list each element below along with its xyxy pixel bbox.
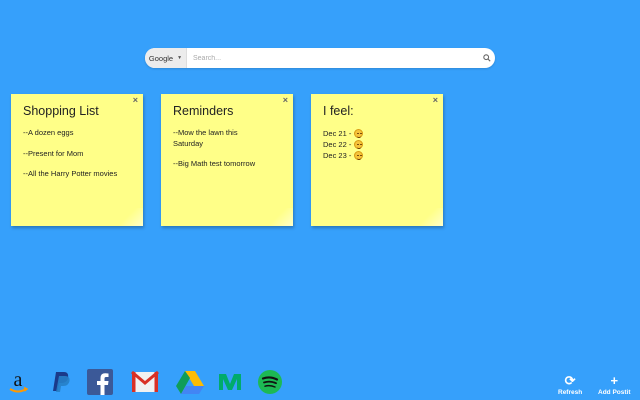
add-postit-button[interactable]: + Add Postit bbox=[598, 373, 631, 397]
chevron-down-icon: ▼ bbox=[177, 55, 183, 61]
refresh-label: Refresh bbox=[558, 389, 583, 396]
spotify-icon[interactable] bbox=[256, 368, 284, 396]
note-line: --Present for Mom bbox=[23, 148, 84, 158]
refresh-icon: ⟳ bbox=[564, 373, 576, 388]
search-input[interactable] bbox=[187, 49, 479, 67]
close-icon[interactable]: × bbox=[133, 96, 138, 105]
mood-entry: Dec 23 - bbox=[323, 150, 431, 161]
note-line: --A dozen eggs bbox=[23, 128, 74, 137]
facebook-icon[interactable] bbox=[86, 368, 114, 396]
postit-note[interactable]: × Shopping List --A dozen eggs --Present… bbox=[11, 94, 143, 226]
note-title: I feel: bbox=[323, 104, 354, 118]
note-title: Shopping List bbox=[23, 104, 99, 118]
close-icon[interactable]: × bbox=[283, 96, 288, 105]
note-line: --Big Math test tomorrow bbox=[173, 159, 256, 168]
search-icon[interactable] bbox=[479, 48, 495, 68]
gmail-icon[interactable] bbox=[131, 368, 159, 396]
close-icon[interactable]: × bbox=[433, 96, 438, 105]
amazon-icon[interactable]: a bbox=[4, 368, 32, 396]
smiley-emoji-icon bbox=[354, 140, 364, 149]
medium-icon[interactable] bbox=[216, 368, 244, 396]
mood-date: Dec 22 - bbox=[323, 140, 352, 149]
note-title: Reminders bbox=[173, 104, 234, 118]
svg-text:a: a bbox=[14, 369, 23, 391]
add-postit-label: Add Postit bbox=[598, 389, 631, 396]
mood-entry: Dec 22 - bbox=[323, 139, 431, 150]
note-line: --Mow the lawn this Saturday bbox=[173, 128, 238, 148]
plus-icon: + bbox=[610, 373, 619, 388]
app-dock: a ⟳ Refresh + Add Postit bbox=[0, 360, 640, 400]
mood-date: Dec 21 - bbox=[323, 129, 352, 138]
mood-entry: Dec 21 - bbox=[323, 128, 431, 139]
mood-date: Dec 23 - bbox=[323, 151, 352, 160]
search-engine-label: Google bbox=[148, 53, 174, 63]
smiley-emoji-icon bbox=[354, 129, 364, 138]
search-engine-select[interactable]: Google ▼ bbox=[145, 48, 187, 68]
search-bar: Google ▼ bbox=[145, 48, 495, 68]
paypal-icon[interactable] bbox=[46, 368, 74, 396]
google-drive-icon[interactable] bbox=[176, 368, 204, 396]
postit-note[interactable]: × I feel: Dec 21 - Dec 22 - Dec 23 - bbox=[311, 94, 443, 226]
postit-note[interactable]: × Reminders --Mow the lawn this Saturday… bbox=[161, 94, 293, 226]
note-line: --All the Harry Potter movies bbox=[23, 169, 118, 178]
smiley-emoji-icon bbox=[354, 151, 364, 160]
refresh-button[interactable]: ⟳ Refresh bbox=[558, 373, 583, 397]
